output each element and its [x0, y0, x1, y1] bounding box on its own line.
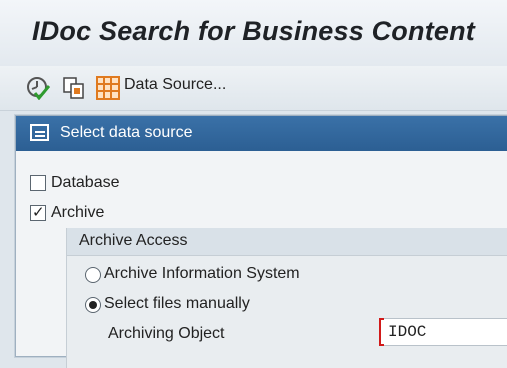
dialog-header: Select data source [16, 116, 507, 151]
archive-information-system-label: Archive Information System [104, 265, 300, 282]
select-files-manually-radio[interactable] [85, 297, 101, 313]
title-bar: IDoc Search for Business Content [0, 0, 507, 66]
group-header: Archive Access [67, 228, 507, 256]
database-label: Database [51, 174, 120, 191]
data-source-button[interactable]: Data Source... [124, 76, 226, 94]
archiving-object-label: Archiving Object [108, 325, 225, 342]
archive-access-group: Archive Access Archive Information Syste… [66, 228, 507, 368]
archive-checkbox[interactable]: ✓ [30, 204, 46, 221]
archiving-object-input[interactable]: IDOC [379, 318, 507, 346]
database-checkbox[interactable] [30, 175, 46, 191]
dialog-title: Select data source [60, 124, 193, 141]
toolbar [0, 66, 507, 111]
dialog-window-icon [29, 123, 51, 143]
table-grid-icon[interactable] [96, 76, 120, 100]
page-title: IDoc Search for Business Content [32, 16, 475, 46]
archive-label: Archive [51, 204, 105, 221]
required-field-marker [379, 318, 384, 346]
select-files-manually-label: Select files manually [104, 295, 250, 312]
archiving-object-value: IDOC [388, 323, 427, 341]
group-title: Archive Access [79, 232, 188, 249]
check-mark-icon: ✓ [32, 204, 45, 221]
archive-information-system-radio[interactable] [85, 267, 101, 283]
select-data-source-dialog: Select data source Database ✓ Archive Ar… [15, 115, 507, 368]
execute-icon[interactable] [26, 76, 51, 101]
copy-objects-icon[interactable] [62, 76, 86, 100]
radio-selected-dot [89, 301, 97, 309]
